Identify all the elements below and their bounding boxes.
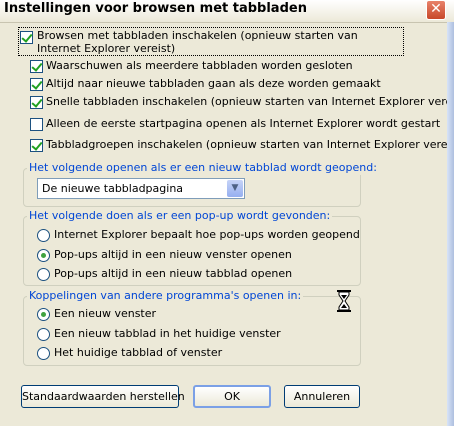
warn-close-tabs-label: Waarschuwen als meerdere tabbladen worde…: [46, 59, 353, 72]
close-icon: ✕: [430, 1, 442, 17]
first-home-page-only-label: Alleen de eerste startpagina openen als …: [46, 117, 441, 130]
links-new-window-radio[interactable]: [37, 308, 50, 321]
enable-tabbed-browsing-checkbox[interactable]: [20, 31, 33, 44]
switch-to-new-tabs-checkbox[interactable]: [30, 78, 43, 91]
popup-ie-decides-label: Internet Explorer bepaalt hoe pop-ups wo…: [54, 228, 360, 241]
warn-close-tabs-checkbox[interactable]: [30, 60, 43, 73]
links-new-window-label: Een nieuw venster: [54, 307, 157, 320]
popup-new-tab-label: Pop-ups altijd in een nieuw tabblad open…: [54, 267, 293, 280]
dialog-title: Instellingen voor browsen met tabbladen: [4, 1, 307, 16]
tab-groups-label: Tabbladgroepen inschakelen (opnieuw star…: [46, 138, 454, 151]
popup-ie-decides-radio[interactable]: [37, 229, 50, 242]
popup-new-window-radio[interactable]: [37, 249, 50, 262]
popup-new-window-label: Pop-ups altijd in een nieuw venster open…: [54, 248, 292, 261]
links-current-tab-label: Het huidige tabblad of venster: [54, 346, 223, 359]
title-bar: Instellingen voor browsen met tabbladen …: [0, 0, 454, 23]
popup-new-tab-radio[interactable]: [37, 268, 50, 281]
first-home-page-only-checkbox[interactable]: [30, 118, 43, 131]
background-window-edge: [447, 22, 454, 426]
tab-groups-checkbox[interactable]: [30, 139, 43, 152]
quick-tabs-label: Snelle tabbladen inschakelen (opnieuw st…: [46, 95, 454, 108]
background-scrollbar: [447, 22, 454, 426]
popup-group-title: Het volgende doen als er een pop-up word…: [27, 209, 333, 223]
quick-tabs-checkbox[interactable]: [30, 96, 43, 109]
new-tab-select[interactable]: De nieuwe tabbladpagina ▼: [37, 178, 245, 199]
chevron-down-icon[interactable]: ▼: [227, 180, 243, 197]
close-button[interactable]: ✕: [426, 0, 446, 20]
enable-tabbed-browsing-label: Browsen met tabbladen inschakelen (opnie…: [37, 29, 358, 55]
links-group-title: Koppelingen van andere programma's opene…: [27, 289, 304, 303]
restore-defaults-button[interactable]: Standaardwaarden herstellen: [21, 385, 185, 408]
hourglass-icon: [337, 290, 351, 312]
switch-to-new-tabs-label: Altijd naar nieuwe tabbladen gaan als de…: [46, 77, 381, 90]
links-new-tab-label: Een nieuw tabblad in het huidige venster: [54, 327, 281, 340]
new-tab-group-title: Het volgende openen als er een nieuw tab…: [27, 161, 379, 175]
ok-button[interactable]: OK: [193, 385, 271, 408]
links-new-tab-radio[interactable]: [37, 328, 50, 341]
new-tab-select-value: De nieuwe tabbladpagina: [42, 182, 184, 195]
cancel-button[interactable]: Annuleren: [284, 385, 360, 408]
tab-settings-dialog: Instellingen voor browsen met tabbladen …: [0, 0, 454, 426]
links-current-tab-radio[interactable]: [37, 347, 50, 360]
